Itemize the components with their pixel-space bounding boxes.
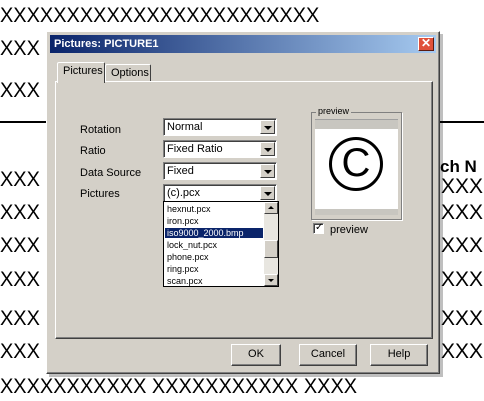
list-item[interactable]: ring.pcx [165, 264, 263, 274]
list-item[interactable]: lock_nut.pcx [165, 240, 263, 250]
rotation-select[interactable]: Normal [163, 118, 277, 136]
pictures-label: Pictures [80, 188, 120, 200]
list-item[interactable]: iron.pcx [165, 216, 263, 226]
bg-text-line-8: XXX [0, 307, 40, 330]
chevron-down-icon[interactable] [260, 186, 275, 200]
bg-heading-fragment: ch N [440, 157, 477, 176]
ratio-select[interactable]: Fixed Ratio [163, 140, 277, 158]
dialog-titlebar[interactable]: Pictures: PICTURE1 ✕ [50, 35, 436, 53]
cancel-button[interactable]: Cancel [299, 344, 357, 366]
preview-top-bar [315, 119, 398, 129]
bg-text-line-4: XXX [0, 168, 40, 191]
data-source-label: Data Source [80, 167, 142, 179]
pictures-dropdown-list[interactable]: hexnut.pcx iron.pcx iso9000_2000.bmp loc… [163, 201, 279, 287]
bg-right-mark-4: XXX [441, 268, 484, 291]
scroll-down-icon[interactable] [264, 274, 278, 286]
bg-right-mark-1: XXX [441, 175, 484, 198]
list-item[interactable]: hexnut.pcx [165, 204, 263, 214]
rotation-label: Rotation [80, 124, 121, 136]
tab-pictures[interactable]: Pictures [57, 62, 105, 83]
preview-image: C [315, 129, 398, 209]
tab-options[interactable]: Options [105, 64, 151, 82]
data-source-value: Fixed [167, 165, 194, 177]
dialog-title: Pictures: PICTURE1 [54, 38, 159, 50]
list-scrollbar[interactable] [264, 202, 278, 286]
list-item[interactable]: scan.pcx [165, 276, 263, 286]
preview-checkbox[interactable]: ✓ [313, 222, 324, 234]
ratio-value: Fixed Ratio [167, 143, 223, 155]
bg-right-mark-3: XXX [441, 234, 484, 257]
bg-text-line-1: XXXXXXXXXXXXXXXXXXXXXXXX [0, 4, 320, 27]
help-button[interactable]: Help [370, 344, 428, 366]
scroll-thumb[interactable] [264, 240, 278, 258]
preview-bottom-bar [315, 209, 398, 215]
chevron-down-icon[interactable] [260, 120, 275, 134]
bg-text-line-3: XXX [0, 79, 40, 102]
pictures-select[interactable]: (c).pcx [163, 184, 277, 202]
close-button[interactable]: ✕ [418, 37, 434, 51]
close-icon: ✕ [420, 36, 432, 50]
copyright-symbol: C [329, 137, 383, 191]
chevron-down-icon[interactable] [260, 142, 275, 156]
data-source-select[interactable]: Fixed [163, 162, 277, 180]
ok-button[interactable]: OK [231, 344, 281, 366]
bg-right-mark-5: XXX [441, 307, 484, 330]
preview-checkbox-label: preview [330, 224, 368, 236]
list-item-selected[interactable]: iso9000_2000.bmp [165, 228, 263, 238]
pictures-value: (c).pcx [167, 187, 200, 199]
rotation-value: Normal [167, 121, 203, 133]
bg-text-line-6: XXX [0, 234, 40, 257]
scroll-up-icon[interactable] [264, 202, 278, 214]
bg-text-line-7: XXX [0, 268, 40, 291]
chevron-down-icon[interactable] [260, 164, 275, 178]
bg-text-line-9: XXX [0, 340, 40, 363]
bg-right-mark-2: XXX [441, 201, 484, 224]
preview-group: preview C [311, 106, 402, 220]
bg-text-line-5: XXX [0, 201, 40, 224]
copyright-letter: C [341, 141, 371, 185]
ratio-label: Ratio [80, 145, 106, 157]
list-item[interactable]: phone.pcx [165, 252, 263, 262]
bg-text-line-10: XXXXXXXXXXX XXXXXXXXXXX XXXX [0, 375, 358, 398]
checkmark-icon: ✓ [315, 222, 324, 233]
bg-right-mark-6: XXX [441, 340, 484, 363]
preview-legend: preview [316, 106, 352, 116]
bg-text-line-2: XXX [0, 37, 40, 60]
